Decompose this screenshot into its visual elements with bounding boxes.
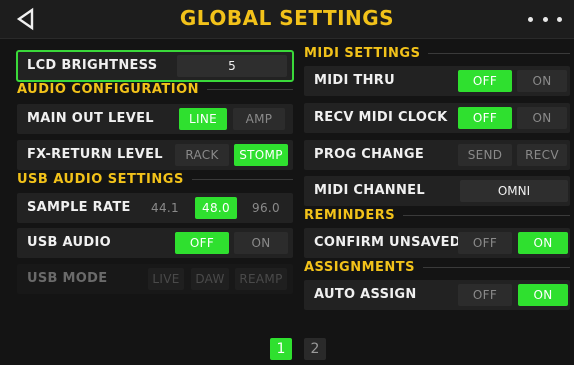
midi-channel-value[interactable]: OMNI (460, 180, 568, 202)
auto-assign-label: AUTO ASSIGN (314, 287, 417, 302)
more-dots-icon[interactable] (528, 11, 562, 27)
confirm-unsaved-row[interactable]: CONFIRM UNSAVED OFF ON (304, 228, 570, 258)
sample-rate-96-option[interactable]: 96.0 (245, 197, 287, 219)
header-bar: GLOBAL SETTINGS (0, 0, 574, 39)
usb-audio-on-option[interactable]: ON (234, 232, 288, 254)
usb-audio-label: USB AUDIO (27, 235, 111, 250)
page-2-button[interactable]: 2 (304, 338, 326, 360)
usb-mode-daw-option: DAW (191, 268, 229, 290)
prog-change-recv-option[interactable]: RECV (517, 144, 567, 166)
main-out-level-row[interactable]: MAIN OUT LEVEL LINE AMP (17, 104, 293, 134)
section-reminders-title: REMINDERS (304, 208, 396, 223)
section-usb-audio-settings-title: USB AUDIO SETTINGS (17, 172, 184, 187)
section-assignments-title: ASSIGNMENTS (304, 260, 416, 275)
usb-mode-reamp-option: REAMP (235, 268, 287, 290)
lcd-brightness-value[interactable]: 5 (177, 55, 287, 77)
fx-return-stomp-option[interactable]: STOMP (234, 144, 288, 166)
recv-clock-off-option[interactable]: OFF (458, 107, 512, 129)
lcd-brightness-row[interactable]: LCD BRIGHTNESS 5 (16, 50, 294, 82)
usb-audio-row[interactable]: USB AUDIO OFF ON (17, 228, 293, 258)
usb-mode-live-option: LIVE (148, 268, 184, 290)
section-midi-settings: MIDI SETTINGS (304, 46, 570, 61)
midi-thru-on-option[interactable]: ON (517, 70, 567, 92)
page-1-button[interactable]: 1 (270, 338, 292, 360)
prog-change-row[interactable]: PROG CHANGE SEND RECV (304, 140, 570, 170)
section-assignments: ASSIGNMENTS (304, 260, 570, 275)
section-usb-audio-settings: USB AUDIO SETTINGS (17, 172, 293, 187)
confirm-unsaved-off-option[interactable]: OFF (458, 232, 512, 254)
auto-assign-on-option[interactable]: ON (518, 284, 568, 306)
midi-thru-row[interactable]: MIDI THRU OFF ON (304, 66, 570, 96)
recv-clock-on-option[interactable]: ON (517, 107, 567, 129)
auto-assign-off-option[interactable]: OFF (458, 284, 512, 306)
section-audio-configuration: AUDIO CONFIGURATION (17, 82, 293, 97)
main-out-line-option[interactable]: LINE (179, 108, 227, 130)
fx-return-rack-option[interactable]: RACK (175, 144, 229, 166)
main-out-level-label: MAIN OUT LEVEL (27, 111, 154, 126)
sample-rate-44-option[interactable]: 44.1 (144, 197, 186, 219)
usb-audio-off-option[interactable]: OFF (175, 232, 229, 254)
midi-channel-label: MIDI CHANNEL (314, 183, 425, 198)
auto-assign-row[interactable]: AUTO ASSIGN OFF ON (304, 280, 570, 310)
recv-midi-clock-label: RECV MIDI CLOCK (314, 110, 448, 125)
usb-mode-row: USB MODE LIVE DAW REAMP (17, 264, 293, 294)
prog-change-send-option[interactable]: SEND (458, 144, 512, 166)
midi-channel-row[interactable]: MIDI CHANNEL OMNI (304, 176, 570, 206)
lcd-brightness-label: LCD BRIGHTNESS (27, 58, 158, 73)
sample-rate-48-option[interactable]: 48.0 (195, 197, 237, 219)
main-out-amp-option[interactable]: AMP (233, 108, 285, 130)
page-title: GLOBAL SETTINGS (179, 6, 395, 30)
confirm-unsaved-on-option[interactable]: ON (518, 232, 568, 254)
sample-rate-row[interactable]: SAMPLE RATE 44.1 48.0 96.0 (17, 193, 293, 223)
section-midi-settings-title: MIDI SETTINGS (304, 46, 421, 61)
midi-thru-label: MIDI THRU (314, 73, 395, 88)
fx-return-level-label: FX-RETURN LEVEL (27, 147, 163, 162)
midi-thru-off-option[interactable]: OFF (458, 70, 512, 92)
fx-return-level-row[interactable]: FX-RETURN LEVEL RACK STOMP (17, 140, 293, 170)
section-reminders: REMINDERS (304, 208, 570, 223)
section-audio-configuration-title: AUDIO CONFIGURATION (17, 82, 200, 97)
recv-midi-clock-row[interactable]: RECV MIDI CLOCK OFF ON (304, 103, 570, 133)
sample-rate-label: SAMPLE RATE (27, 200, 131, 215)
usb-mode-label: USB MODE (27, 271, 108, 286)
confirm-unsaved-label: CONFIRM UNSAVED (314, 235, 461, 250)
prog-change-label: PROG CHANGE (314, 147, 424, 162)
